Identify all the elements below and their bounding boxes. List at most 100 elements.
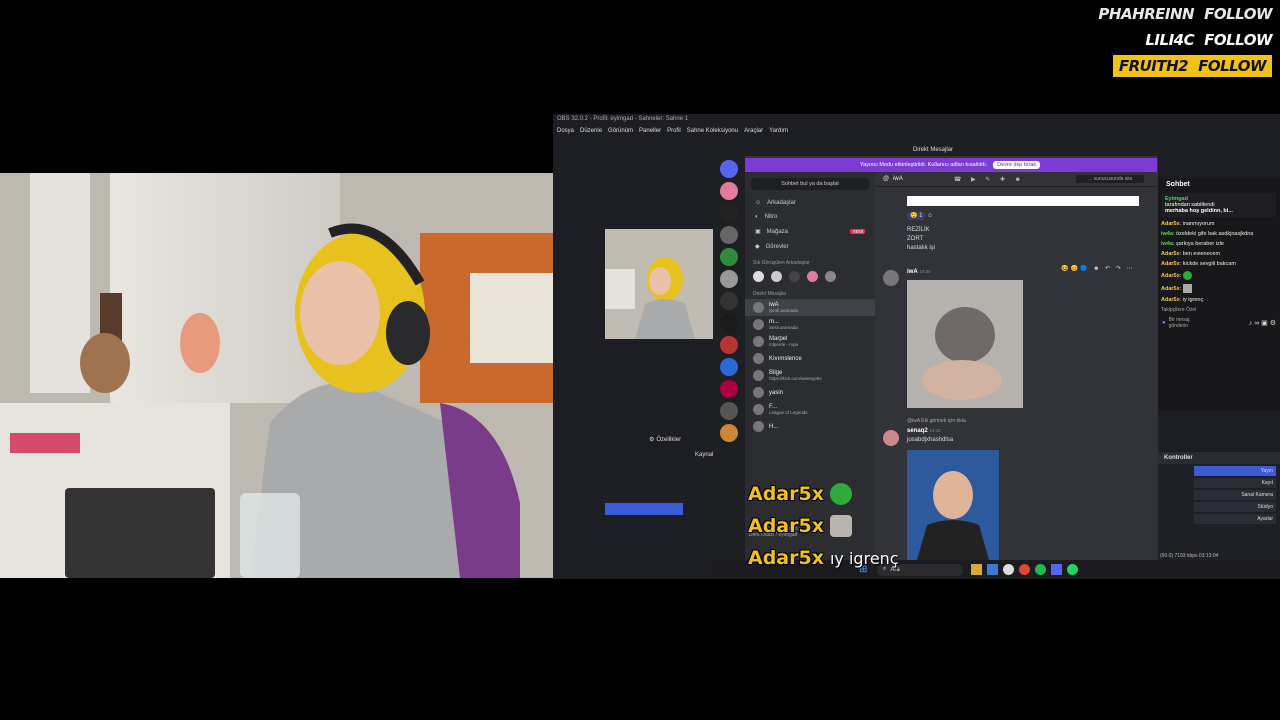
chat-username[interactable]: iw4a <box>1161 231 1173 237</box>
dm-item[interactable]: Marpel mlperde - mpa <box>745 333 875 350</box>
message-author[interactable]: senaq2 <box>907 428 928 434</box>
avatar[interactable] <box>883 270 899 286</box>
dm-item[interactable]: iwA Şeali aramada <box>745 299 875 316</box>
obs-icon[interactable] <box>1003 564 1014 575</box>
server-list <box>713 156 745 560</box>
pinned-message[interactable]: Eyimgad tarafından sabitlendi merhaba ho… <box>1162 193 1276 217</box>
menu-item[interactable]: Dosya <box>557 128 574 137</box>
server-icon[interactable] <box>720 336 738 354</box>
server-icon[interactable] <box>720 182 738 200</box>
nav-label: Nitro <box>764 214 778 220</box>
mic-icon[interactable]: ● <box>1162 320 1166 326</box>
avatar[interactable] <box>789 271 800 282</box>
reaction-row[interactable]: 😲 1 ☺ <box>907 212 933 220</box>
server-icon[interactable] <box>720 314 738 332</box>
message-header: senaq2 16:32 <box>907 428 941 434</box>
dm-item[interactable]: Kıvımslence <box>745 350 875 367</box>
reaction[interactable]: 😲 1 <box>907 212 926 220</box>
message-actions[interactable]: 😆😊🔵 ☻ ↶ ↷ ⋯ <box>1061 265 1134 272</box>
file-explorer-icon[interactable] <box>971 564 982 575</box>
filters-label: Özellikler <box>656 436 682 443</box>
chat-username[interactable]: Adar5x <box>1161 286 1180 292</box>
overlay-username: Adar5x <box>748 483 824 505</box>
chrome-icon[interactable] <box>1019 564 1030 575</box>
menu-item[interactable]: Düzenle <box>580 128 602 137</box>
server-icon[interactable] <box>720 226 738 244</box>
dm-item[interactable]: m... Sesli aramada <box>745 316 875 333</box>
dm-item[interactable]: yasin <box>745 384 875 401</box>
app-icon[interactable] <box>987 564 998 575</box>
avatar[interactable] <box>753 271 764 282</box>
at-icon: @ <box>883 176 890 182</box>
window-title: Direkt Mesajlar <box>913 147 954 153</box>
menu-item[interactable]: Profil <box>667 128 681 137</box>
server-icon[interactable] <box>720 380 738 398</box>
dm-status: Şeali aramada <box>769 308 799 313</box>
chat-username[interactable]: Adar5x <box>1161 261 1180 267</box>
message-author[interactable]: iwA <box>907 269 918 275</box>
filters-button[interactable]: ⚙ Özellikler <box>649 436 682 444</box>
dm-item[interactable]: H... <box>745 418 875 435</box>
chat-line: Adar5x: <box>1158 269 1280 282</box>
embedded-image[interactable] <box>907 196 1139 206</box>
chat-username[interactable]: Adar5x <box>1161 221 1180 227</box>
server-icon[interactable] <box>720 358 738 376</box>
server-icon[interactable] <box>720 270 738 288</box>
settings-button[interactable]: Ayarlar <box>1194 514 1276 524</box>
follow-alert: PHAHREINN FOLLOW <box>1098 5 1272 23</box>
server-icon[interactable] <box>720 248 738 266</box>
chat-search-input[interactable]: ... sunucusunda ara <box>1076 175 1144 183</box>
overlay-username: Adar5x <box>748 515 824 537</box>
chat-username[interactable]: Adar5x <box>1161 251 1180 257</box>
overlay-chat-line: Adar5x <box>748 478 948 510</box>
dm-status: League of Legends <box>769 410 808 415</box>
chat-username[interactable]: iw4a <box>1161 241 1173 247</box>
server-icon[interactable] <box>720 402 738 420</box>
discord-titlebar: Direkt Mesajlar <box>713 144 1158 156</box>
twitch-chat-panel: Sohbet Eyimgad tarafından sabitlendi mer… <box>1158 178 1280 410</box>
studio-mode-button[interactable]: Stüdyo <box>1194 502 1276 512</box>
discord-icon[interactable] <box>1051 564 1062 575</box>
chat-tools-icons[interactable]: ♪ ∞ ▣ ⚙ <box>1249 319 1276 327</box>
menu-item[interactable]: Görünüm <box>608 128 633 137</box>
nav-friends[interactable]: ☺ Arkadaşlar <box>745 196 875 210</box>
message-text: hastalık işi <box>907 245 936 251</box>
avatar[interactable] <box>807 271 818 282</box>
server-icon[interactable] <box>720 292 738 310</box>
pinned-text: merhaba hoş geldinn, bi... <box>1165 208 1233 214</box>
menu-item[interactable]: Paneller <box>639 128 661 137</box>
server-icon[interactable] <box>720 204 738 222</box>
obs-controls-dock: Kontroller Yayın Kayıt Sanal Kamera Stüd… <box>1158 452 1280 560</box>
start-recording-button[interactable]: Kayıt <box>1194 478 1276 488</box>
spotify-icon[interactable] <box>1035 564 1046 575</box>
chat-line: Adar5x: ben evienecem <box>1161 251 1221 257</box>
reply-preview[interactable]: @iwA Eki görmek için tıkla <box>907 418 966 424</box>
add-reaction-icon[interactable]: ☺ <box>927 213 933 219</box>
chat-username[interactable]: Adar5x <box>1161 297 1180 303</box>
avatar[interactable] <box>883 430 899 446</box>
avatar[interactable] <box>825 271 836 282</box>
dm-item[interactable]: F... League of Legends <box>745 401 875 418</box>
quests-icon: ◆ <box>755 244 760 250</box>
whatsapp-icon[interactable] <box>1067 564 1078 575</box>
menu-item[interactable]: Sahne Koleksiyonu <box>687 128 738 137</box>
nav-quests[interactable]: ◆ Görevler <box>745 239 875 254</box>
chat-input[interactable]: Bir mesaj gönderin <box>1169 317 1205 329</box>
server-icon[interactable] <box>720 424 738 442</box>
start-streaming-button[interactable]: Yayın <box>1194 466 1276 476</box>
selected-source-row[interactable] <box>605 503 683 515</box>
avatar[interactable] <box>771 271 782 282</box>
menu-item[interactable]: Araçlar <box>744 128 763 137</box>
gif-attachment[interactable] <box>907 280 1023 408</box>
call-controls[interactable]: ☎ ▶ ✎ ✚ ☻ <box>954 176 1025 183</box>
nav-nitro[interactable]: ◐ Nitro <box>745 210 875 224</box>
dm-search-input[interactable]: Sohbet bul ya da başlat <box>751 178 869 190</box>
menu-item[interactable]: Yardım <box>769 128 788 137</box>
discord-home-icon[interactable] <box>720 160 738 178</box>
disable-streamer-mode-button[interactable]: Devre dışı bırak <box>993 161 1041 169</box>
chat-username[interactable]: Adar5x <box>1161 273 1180 279</box>
avatar <box>753 370 764 381</box>
nav-shop[interactable]: ▣ Mağaza YENİ <box>745 224 875 239</box>
dm-item[interactable]: Bilge https://kick.com/weeeyphe <box>745 367 875 384</box>
virtual-camera-button[interactable]: Sanal Kamera <box>1194 490 1276 500</box>
